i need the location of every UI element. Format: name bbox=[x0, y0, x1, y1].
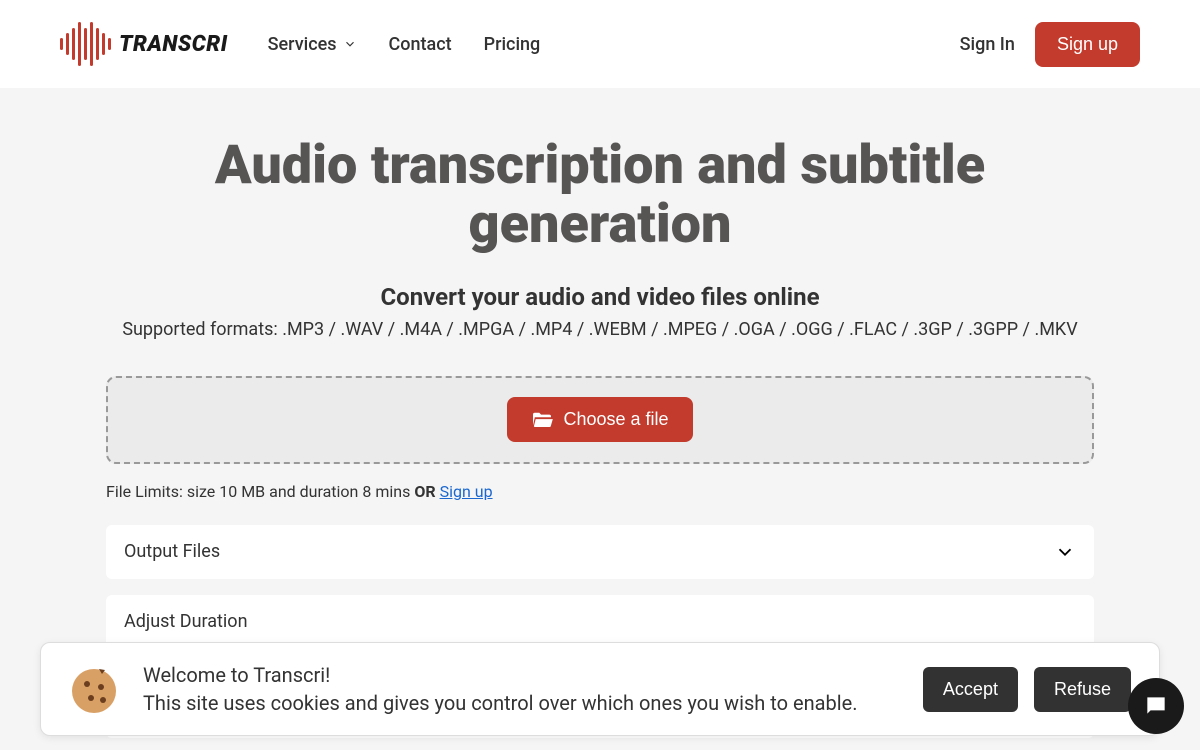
cookie-banner: Welcome to Transcri! This site uses cook… bbox=[40, 642, 1160, 736]
chat-icon bbox=[1143, 693, 1169, 719]
page-title: Audio transcription and subtitle generat… bbox=[106, 136, 1094, 255]
nav-services[interactable]: Services bbox=[268, 34, 357, 55]
auth-nav: Sign In Sign up bbox=[960, 22, 1140, 67]
upload-dropzone[interactable]: Choose a file bbox=[106, 376, 1094, 464]
nav-contact-label: Contact bbox=[389, 34, 452, 55]
header: TRANSCRI Services Contact Pricing Sign I… bbox=[0, 0, 1200, 88]
cookie-title: Welcome to Transcri! bbox=[143, 663, 857, 687]
cookie-accept-button[interactable]: Accept bbox=[923, 667, 1018, 712]
cookie-refuse-button[interactable]: Refuse bbox=[1034, 667, 1131, 712]
file-limits: File Limits: size 10 MB and duration 8 m… bbox=[106, 482, 1094, 501]
supported-formats: Supported formats: .MP3 / .WAV / .M4A / … bbox=[106, 319, 1094, 340]
nav-contact[interactable]: Contact bbox=[389, 34, 452, 55]
nav-services-label: Services bbox=[268, 34, 337, 55]
nav-pricing-label: Pricing bbox=[484, 34, 541, 55]
adjust-duration-label: Adjust Duration bbox=[124, 611, 248, 632]
choose-file-label: Choose a file bbox=[563, 409, 668, 430]
sign-up-button[interactable]: Sign up bbox=[1035, 22, 1140, 67]
choose-file-button[interactable]: Choose a file bbox=[507, 397, 692, 442]
logo-text: TRANSCRI bbox=[119, 32, 228, 57]
cookie-icon bbox=[69, 664, 119, 714]
cookie-text: Welcome to Transcri! This site uses cook… bbox=[143, 663, 857, 715]
chat-fab[interactable] bbox=[1128, 678, 1184, 734]
output-files-label: Output Files bbox=[124, 541, 220, 562]
sign-in-link[interactable]: Sign In bbox=[960, 34, 1015, 55]
logo-bars-icon bbox=[60, 22, 111, 66]
page-subtitle: Convert your audio and video files onlin… bbox=[106, 283, 1094, 311]
main-nav: Services Contact Pricing bbox=[268, 34, 541, 55]
file-limits-text: File Limits: size 10 MB and duration 8 m… bbox=[106, 482, 414, 501]
sign-up-link[interactable]: Sign up bbox=[440, 482, 493, 501]
chevron-down-icon bbox=[1054, 541, 1076, 563]
cookie-message: This site uses cookies and gives you con… bbox=[143, 691, 857, 715]
logo[interactable]: TRANSCRI bbox=[60, 22, 228, 66]
nav-pricing[interactable]: Pricing bbox=[484, 34, 541, 55]
output-files-panel[interactable]: Output Files bbox=[106, 525, 1094, 579]
cookie-actions: Accept Refuse bbox=[923, 667, 1131, 712]
file-limits-or: OR bbox=[414, 482, 435, 501]
folder-open-icon bbox=[531, 411, 553, 429]
chevron-down-icon bbox=[343, 37, 357, 51]
